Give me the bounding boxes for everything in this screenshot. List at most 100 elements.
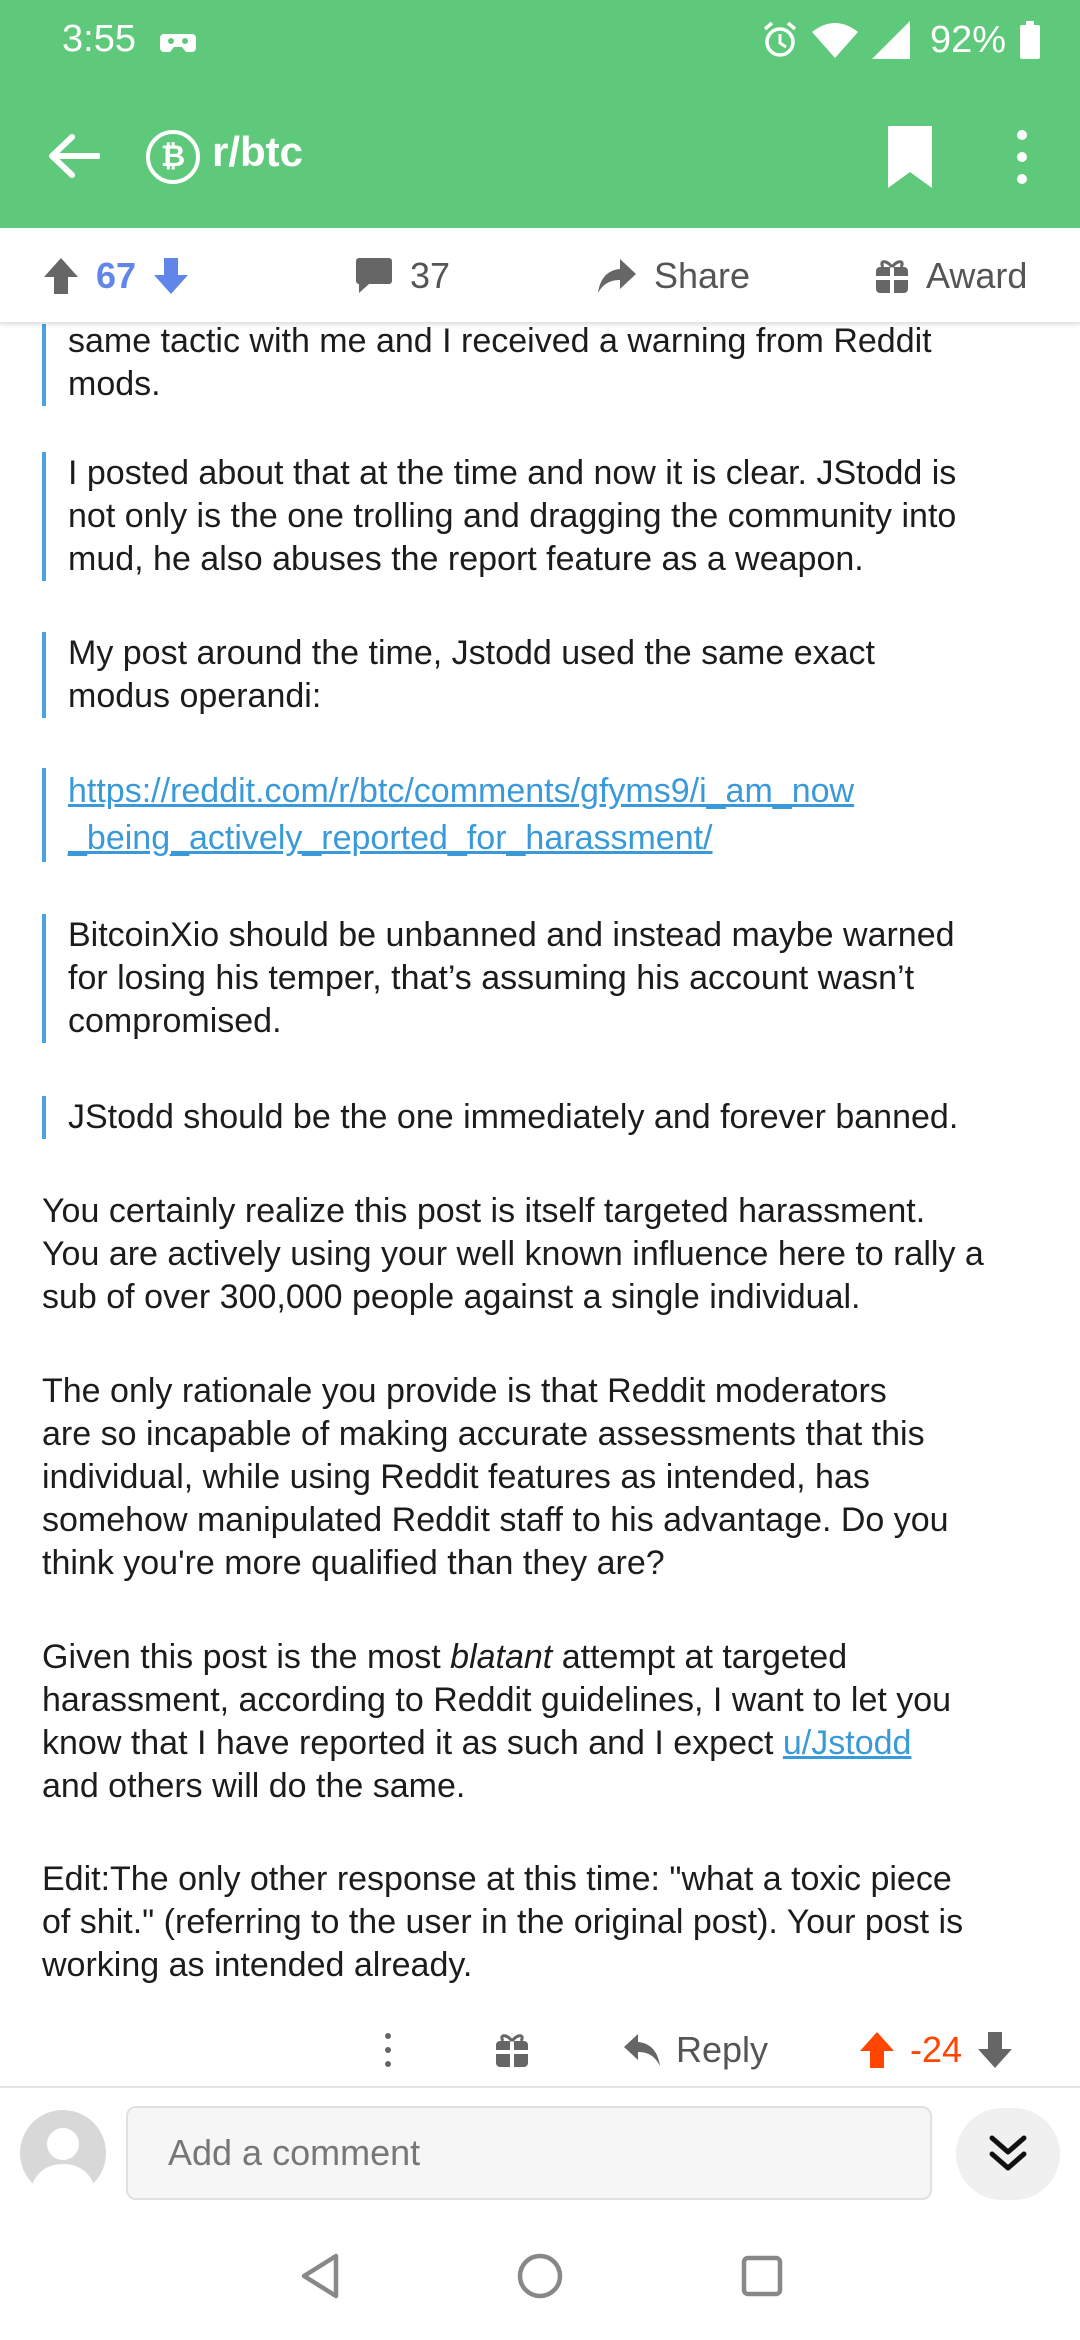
- nav-home-button[interactable]: [510, 2246, 570, 2306]
- bookmark-icon[interactable]: [880, 124, 940, 190]
- comment-composer: Add a comment: [0, 2086, 1080, 2216]
- award-label: Award: [926, 255, 1028, 296]
- overflow-menu-button[interactable]: [1000, 124, 1044, 190]
- text-line: compromised.: [68, 1002, 282, 1040]
- comment-award-button[interactable]: [494, 2020, 530, 2080]
- cellular-signal-icon: [871, 21, 910, 59]
- text-line: mods.: [68, 365, 161, 403]
- text-line: Edit:The only other response at this tim…: [42, 1860, 952, 1898]
- battery-icon: [1020, 21, 1040, 59]
- post-vote-group: 67: [42, 250, 190, 302]
- link-line: _being_actively_reported_for_harassment/: [68, 819, 713, 857]
- text-line: know that I have reported it as such and…: [42, 1722, 1072, 1765]
- text-line: My post around the time, Jstodd used the…: [68, 634, 875, 672]
- menu-dot: [385, 2033, 391, 2039]
- status-time: 3:55: [62, 18, 136, 60]
- share-arrow-icon: [598, 259, 636, 293]
- text-line: You certainly realize this post is itsel…: [42, 1192, 926, 1230]
- double-chevron-down-icon: [989, 2135, 1027, 2171]
- quote-block: BitcoinXio should be unbanned and instea…: [42, 914, 1062, 1043]
- quote-block-link: https://reddit.com/r/btc/comments/gfyms9…: [42, 768, 1062, 862]
- text-line: not only is the one trolling and draggin…: [68, 497, 957, 535]
- text-span: Given this post is the most: [42, 1638, 451, 1676]
- reply-label: Reply: [676, 2029, 769, 2070]
- menu-dot: [385, 2047, 391, 2053]
- quote-block: JStodd should be the one immediately and…: [42, 1096, 1062, 1139]
- share-button[interactable]: Share: [596, 250, 750, 302]
- user-silhouette-icon: [30, 2128, 96, 2196]
- emphasis-text: blatant: [450, 1638, 553, 1676]
- paragraph: The only rationale you provide is that R…: [42, 1370, 1072, 1585]
- text-line: and others will do the same.: [42, 1767, 466, 1805]
- award-button[interactable]: Award: [874, 250, 1027, 302]
- menu-dot: [385, 2061, 391, 2067]
- nav-recents-button[interactable]: [732, 2246, 792, 2306]
- text-line: individual, while using Reddit features …: [42, 1458, 870, 1496]
- comment-score: -24: [910, 2029, 963, 2070]
- text-span: attempt at targeted: [552, 1638, 848, 1676]
- status-icons: 92%: [762, 16, 1040, 64]
- circle-home-icon: [517, 2253, 563, 2299]
- text-line: same tactic with me and I received a war…: [68, 324, 932, 360]
- text-span: know that I have reported it as such and…: [42, 1724, 783, 1762]
- post-link[interactable]: https://reddit.com/r/btc/comments/gfyms9…: [68, 772, 854, 857]
- subreddit-icon[interactable]: ₿: [146, 130, 200, 184]
- text-line: modus operandi:: [68, 677, 322, 715]
- text-line: harassment, according to Reddit guidelin…: [42, 1681, 952, 1719]
- user-link[interactable]: u/Jstodd: [783, 1724, 912, 1762]
- menu-dot: [1017, 174, 1027, 184]
- battery-percentage: 92%: [929, 18, 1006, 61]
- bitcoin-icon: ₿: [160, 140, 186, 173]
- text-line: working as intended already.: [42, 1946, 473, 1984]
- downvote-icon[interactable]: [152, 256, 190, 296]
- post-score: 67: [96, 255, 137, 296]
- upvote-icon[interactable]: [42, 256, 80, 296]
- menu-dot: [1017, 152, 1027, 162]
- alarm-icon: [763, 21, 797, 57]
- comment-icon: [356, 258, 392, 293]
- back-button[interactable]: [40, 122, 108, 190]
- comments-count-button[interactable]: 37: [354, 250, 450, 302]
- quote-block: same tactic with me and I received a war…: [42, 324, 1062, 406]
- game-controller-icon: [160, 34, 196, 52]
- text-line: think you're more qualified than they ar…: [42, 1544, 665, 1582]
- comment-input[interactable]: Add a comment: [126, 2106, 932, 2200]
- square-recents-icon: [741, 2255, 783, 2297]
- wifi-icon: [811, 23, 858, 58]
- downvote-icon[interactable]: [976, 2030, 1014, 2070]
- nav-back-button[interactable]: [290, 2246, 350, 2306]
- text-line: sub of over 300,000 people against a sin…: [42, 1278, 861, 1316]
- system-navigation-bar: [0, 2216, 1080, 2340]
- text-line: are so incapable of making accurate asse…: [42, 1415, 925, 1453]
- gift-icon: [496, 2034, 528, 2067]
- reply-arrow-icon: [624, 2034, 660, 2066]
- upvote-icon[interactable]: [858, 2030, 896, 2070]
- post-actions-bar: 67 37 Share Award: [0, 228, 1080, 324]
- quote-block: I posted about that at the time and now …: [42, 452, 1062, 581]
- comment-actions-bar: Reply -24: [0, 2010, 1080, 2090]
- comment-more-button[interactable]: [376, 2020, 400, 2080]
- app-bar: ₿ r/btc: [0, 84, 1080, 228]
- comment-body: same tactic with me and I received a war…: [0, 324, 1080, 2084]
- paragraph: You certainly realize this post is itsel…: [42, 1190, 1072, 1319]
- text-line: for losing his temper, that’s assuming h…: [68, 959, 915, 997]
- text-line: Given this post is the most blatant atte…: [42, 1636, 1072, 1679]
- status-bar: 3:55 92%: [0, 0, 1080, 84]
- arrow-left-icon: [49, 134, 100, 178]
- text-line: of shit." (referring to the user in the …: [42, 1903, 964, 1941]
- text-line: The only rationale you provide is that R…: [42, 1372, 887, 1410]
- comments-count: 37: [410, 255, 451, 296]
- quote-block: My post around the time, Jstodd used the…: [42, 632, 1062, 718]
- triangle-back-icon: [301, 2253, 339, 2299]
- reply-button[interactable]: Reply: [622, 2020, 768, 2080]
- text-line: somehow manipulated Reddit staff to his …: [42, 1501, 949, 1539]
- scroll-down-button[interactable]: [956, 2108, 1060, 2200]
- comment-vote-group: -24: [858, 2020, 1014, 2080]
- text-line: You are actively using your well known i…: [42, 1235, 984, 1273]
- avatar[interactable]: [20, 2110, 106, 2196]
- text-line: I posted about that at the time and now …: [68, 454, 957, 492]
- link-line: https://reddit.com/r/btc/comments/gfyms9…: [68, 772, 855, 810]
- subreddit-name[interactable]: r/btc: [212, 128, 303, 176]
- menu-dot: [1017, 130, 1027, 140]
- paragraph: Given this post is the most blatant atte…: [42, 1636, 1072, 1808]
